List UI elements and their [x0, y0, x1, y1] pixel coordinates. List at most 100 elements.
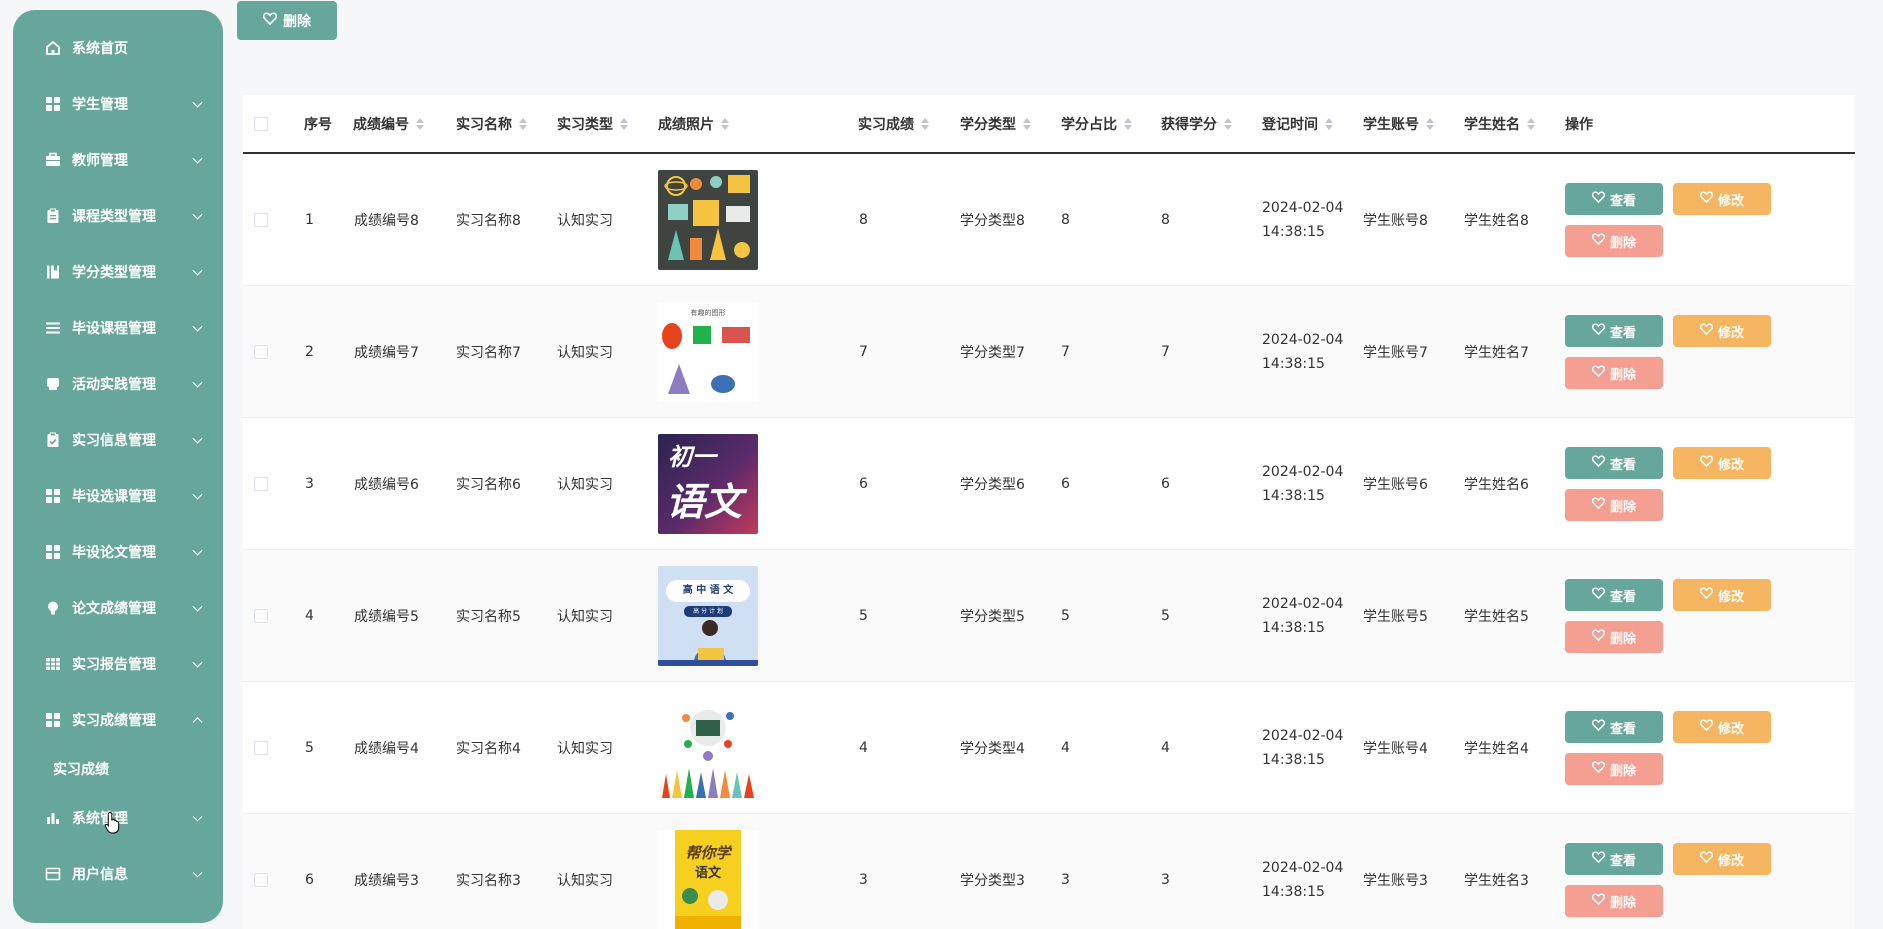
reg-date: 2024-02-04: [1262, 860, 1344, 876]
edit-button[interactable]: 修改: [1673, 843, 1771, 875]
edit-label: 修改: [1717, 853, 1744, 869]
view-button[interactable]: 查看: [1565, 315, 1663, 347]
header-reg-time[interactable]: 登记时间: [1262, 95, 1333, 152]
cell-intern-name: 实习名称3: [456, 873, 521, 889]
table-row: 4 成绩编号5 实习名称5 认知实习 高 中 语 文 高 分 计 划 5 学分类…: [243, 550, 1855, 682]
heart-icon: [1699, 455, 1714, 471]
cell-credit-ratio: 5: [1061, 608, 1070, 624]
sort-icon[interactable]: [1325, 117, 1333, 130]
sort-icon[interactable]: [921, 117, 929, 130]
header-credit-type[interactable]: 学分类型: [960, 95, 1031, 152]
photo-school-hands-thumbnail[interactable]: [658, 698, 758, 798]
sort-icon[interactable]: [1124, 117, 1132, 130]
reg-date: 2024-02-04: [1262, 464, 1344, 480]
sidebar-item-internship-scores[interactable]: 实习成绩管理: [13, 692, 223, 748]
photo-high-school-chinese-thumbnail[interactable]: 高 中 语 文 高 分 计 划: [658, 566, 758, 666]
view-button[interactable]: 查看: [1565, 447, 1663, 479]
home-icon: [44, 39, 62, 57]
sort-icon[interactable]: [1023, 117, 1031, 130]
sidebar-item-home[interactable]: 系统首页: [13, 20, 223, 76]
edit-button[interactable]: 修改: [1673, 447, 1771, 479]
row-checkbox[interactable]: [254, 154, 268, 286]
cell-student-name: 学生姓名7: [1464, 345, 1529, 361]
row-checkbox[interactable]: [254, 418, 268, 550]
sidebar-item-paper-scores[interactable]: 论文成绩管理: [13, 580, 223, 636]
photo-science-thumbnail[interactable]: [658, 170, 758, 270]
edit-button[interactable]: 修改: [1673, 183, 1771, 215]
sidebar-item-activities[interactable]: 活动实践管理: [13, 356, 223, 412]
header-intern-type[interactable]: 实习类型: [557, 95, 628, 152]
cell-intern-type: 认知实习: [557, 345, 613, 361]
heart-icon: [1591, 323, 1606, 339]
sidebar-item-thesis-papers[interactable]: 毕设论文管理: [13, 524, 223, 580]
card-icon: [44, 865, 62, 883]
heart-icon: [1699, 323, 1714, 339]
sort-icon[interactable]: [1527, 117, 1535, 130]
cell-score: 5: [859, 608, 868, 624]
delete-button[interactable]: 删除: [1565, 885, 1663, 917]
edit-button[interactable]: 修改: [1673, 579, 1771, 611]
cell-credit-earned: 3: [1161, 872, 1170, 888]
header-credit-earned[interactable]: 获得学分: [1161, 95, 1232, 152]
sidebar-item-credit-types[interactable]: 学分类型管理: [13, 244, 223, 300]
delete-button[interactable]: 删除: [1565, 357, 1663, 389]
sidebar-item-course-types[interactable]: 课程类型管理: [13, 188, 223, 244]
edit-button[interactable]: 修改: [1673, 711, 1771, 743]
sort-icon[interactable]: [1426, 117, 1434, 130]
submenu-item-internship-scores[interactable]: 实习成绩: [13, 748, 223, 790]
cell-student-account: 学生账号7: [1363, 345, 1428, 361]
header-credit-ratio[interactable]: 学分占比: [1061, 95, 1132, 152]
sidebar-item-teachers[interactable]: 教师管理: [13, 132, 223, 188]
select-all-checkbox[interactable]: [254, 95, 268, 152]
header-photo[interactable]: 成绩照片: [658, 95, 729, 152]
delete-button[interactable]: 删除: [1565, 753, 1663, 785]
header-actions: 操作: [1565, 116, 1593, 133]
row-checkbox[interactable]: [254, 682, 268, 814]
row-checkbox[interactable]: [254, 814, 268, 929]
cell-score-no: 成绩编号5: [354, 609, 419, 625]
photo-help-learn-chinese-thumbnail[interactable]: 帮你学 语文: [658, 830, 758, 929]
header-index: 序号: [304, 116, 332, 133]
header-intern-name[interactable]: 实习名称: [456, 95, 527, 152]
book-icon: [44, 263, 62, 281]
view-button[interactable]: 查看: [1565, 843, 1663, 875]
header-score[interactable]: 实习成绩: [858, 95, 929, 152]
delete-button[interactable]: 删除: [1565, 225, 1663, 257]
header-student-account[interactable]: 学生账号: [1363, 95, 1434, 152]
sort-icon[interactable]: [416, 117, 424, 130]
sort-icon[interactable]: [721, 117, 729, 130]
cell-index: 1: [305, 212, 314, 228]
chevron-down-icon: [192, 867, 203, 878]
sidebar-item-label: 毕设选课管理: [72, 489, 156, 505]
sort-icon[interactable]: [620, 117, 628, 130]
row-checkbox[interactable]: [254, 286, 268, 418]
view-button[interactable]: 查看: [1565, 183, 1663, 215]
photo-chinese-grade7-thumbnail[interactable]: 初一 语文: [658, 434, 758, 534]
sidebar-item-students[interactable]: 学生管理: [13, 76, 223, 132]
sidebar-item-internship-reports[interactable]: 实习报告管理: [13, 636, 223, 692]
view-button[interactable]: 查看: [1565, 711, 1663, 743]
delete-button[interactable]: 删除: [1565, 489, 1663, 521]
view-button[interactable]: 查看: [1565, 579, 1663, 611]
edit-label: 修改: [1717, 589, 1744, 605]
photo-shapes-thumbnail[interactable]: 有趣的图形: [658, 302, 758, 402]
batch-delete-button[interactable]: 删除: [237, 1, 337, 40]
header-student-name[interactable]: 学生姓名: [1464, 95, 1535, 152]
cell-student-name: 学生姓名8: [1464, 213, 1529, 229]
sort-icon[interactable]: [519, 117, 527, 130]
cell-index: 3: [305, 476, 314, 492]
sort-icon[interactable]: [1224, 117, 1232, 130]
sidebar-item-user-info[interactable]: 用户信息: [13, 846, 223, 902]
reg-clock: 14:38:15: [1262, 224, 1325, 240]
cell-index: 5: [305, 740, 314, 756]
header-score-no[interactable]: 成绩编号: [353, 95, 424, 152]
row-checkbox[interactable]: [254, 550, 268, 682]
sidebar-item-label: 教师管理: [72, 153, 128, 169]
heart-icon: [1591, 761, 1606, 777]
heart-icon: [1699, 587, 1714, 603]
sidebar-item-thesis-selection[interactable]: 毕设选课管理: [13, 468, 223, 524]
sidebar-item-thesis-courses[interactable]: 毕设课程管理: [13, 300, 223, 356]
delete-button[interactable]: 删除: [1565, 621, 1663, 653]
sidebar-item-internship-info[interactable]: 实习信息管理: [13, 412, 223, 468]
edit-button[interactable]: 修改: [1673, 315, 1771, 347]
